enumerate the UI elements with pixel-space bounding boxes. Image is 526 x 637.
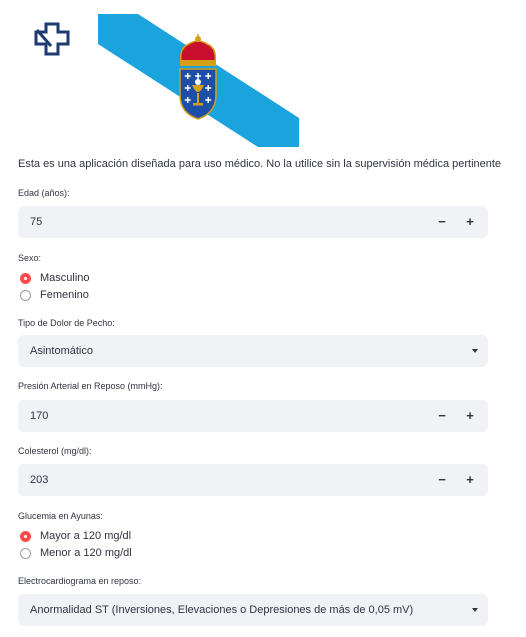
cholesterol-increment-button[interactable]: + [456,464,484,496]
radio-unselected-icon[interactable] [20,289,31,301]
blood-pressure-increment-button[interactable]: + [456,400,484,432]
blood-pressure-label: Presión Arterial en Reposo (mmHg): [18,381,163,391]
blood-pressure-decrement-button[interactable]: − [428,400,456,432]
age-value[interactable]: 75 [30,206,42,238]
age-number-input[interactable]: 75 − + [18,206,488,238]
ecg-value: Anormalidad ST (Inversiones, Elevaciones… [30,604,414,616]
radio-selected-icon[interactable] [20,272,31,284]
glucose-option-menor[interactable]: Menor a 120 mg/dl [20,545,132,561]
glucose-option-label: Menor a 120 mg/dl [40,547,132,559]
blood-pressure-number-input[interactable]: 170 − + [18,400,488,432]
blood-pressure-value[interactable]: 170 [30,400,48,432]
chest-pain-label: Tipo de Dolor de Pecho: [18,318,115,328]
sex-label: Sexo: [18,253,42,263]
sex-option-label: Masculino [40,272,90,284]
cholesterol-value[interactable]: 203 [30,464,48,496]
radio-unselected-icon[interactable] [20,547,31,559]
health-cross-icon [30,22,74,58]
cholesterol-decrement-button[interactable]: − [428,464,456,496]
glucose-option-mayor[interactable]: Mayor a 120 mg/dl [20,528,131,544]
chest-pain-value: Asintomático [30,345,93,357]
sex-option-masculino[interactable]: Masculino [20,270,90,286]
radio-selected-icon[interactable] [20,530,31,542]
chevron-down-icon[interactable] [472,349,478,353]
age-decrement-button[interactable]: − [428,206,456,238]
medical-notice: Esta es una aplicación diseñada para uso… [18,158,502,170]
chevron-down-icon[interactable] [472,608,478,612]
age-increment-button[interactable]: + [456,206,484,238]
glucose-label: Glucemia en Ayunas: [18,511,103,521]
galicia-flag-icon [98,14,299,147]
sex-option-label: Femenino [40,289,89,301]
sex-option-femenino[interactable]: Femenino [20,287,89,303]
ecg-select[interactable]: Anormalidad ST (Inversiones, Elevaciones… [18,594,488,626]
ecg-label: Electrocardiograma en reposo: [18,576,142,586]
glucose-option-label: Mayor a 120 mg/dl [40,530,132,542]
cholesterol-number-input[interactable]: 203 − + [18,464,488,496]
age-label: Edad (años): [18,188,70,198]
chest-pain-select[interactable]: Asintomático [18,335,488,367]
cholesterol-label: Colesterol (mg/dl): [18,446,92,456]
